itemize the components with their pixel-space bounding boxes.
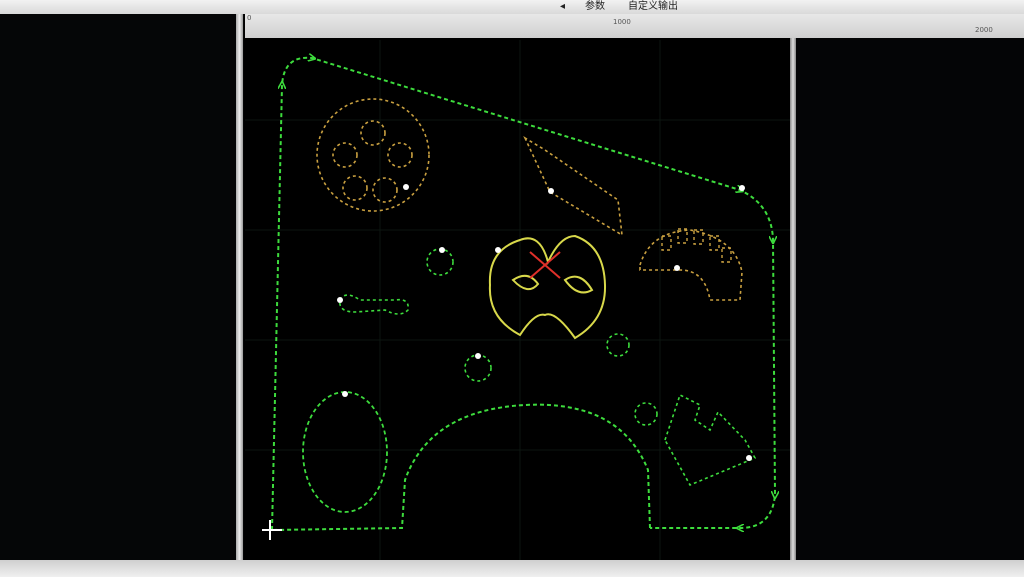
bottom-arch-path [271,403,651,531]
dogbone-slot [338,294,410,315]
right-divider[interactable] [790,38,796,577]
notched-part [664,393,757,487]
canvas-grid [245,40,790,560]
flower-part [316,98,430,212]
red-x-icon [529,251,561,279]
center-slot-right [563,275,594,294]
lead-in-points [337,184,752,461]
gear-teeth [661,228,732,263]
bracket-part [523,135,623,237]
bottom-bar [0,560,1024,577]
left-divider[interactable] [236,14,243,577]
small-holes [426,248,658,426]
cut-path-canvas[interactable] [0,0,1024,577]
gear-part [639,229,743,301]
center-part-yellow [488,234,607,340]
crosshair-icon [262,520,282,540]
outer-contour-path [271,58,775,530]
center-slot-left [511,274,540,291]
oval-cutout [302,391,388,513]
